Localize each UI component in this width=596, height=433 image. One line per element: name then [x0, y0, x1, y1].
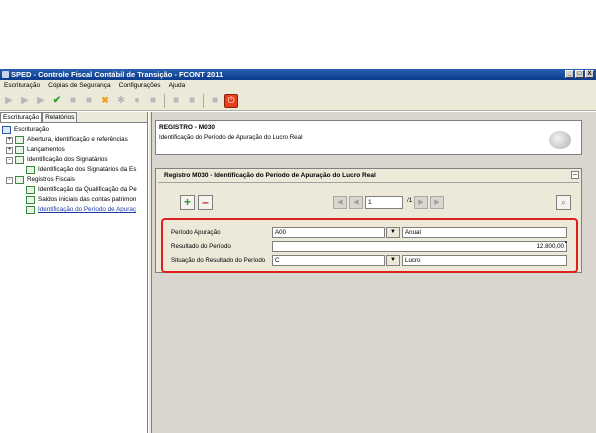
expand-node-icon[interactable]: +	[6, 136, 13, 144]
situacao-label: Situação do Resultado do Período	[171, 257, 266, 264]
collapse-node-icon[interactable]: -	[6, 176, 13, 184]
maximize-button[interactable]: □	[575, 70, 584, 78]
tree-node-label: Registros Fiscais	[27, 176, 75, 183]
save-icon[interactable]: ■	[169, 94, 183, 108]
exit-power-icon[interactable]: ⏻	[224, 93, 238, 108]
situacao-description-field[interactable]: Lucro	[402, 255, 567, 266]
menu-ajuda[interactable]: Ajuda	[169, 80, 186, 91]
chevron-down-icon[interactable]: ▼	[386, 227, 400, 238]
record-panel: Registro M030 - Identificação do Período…	[155, 168, 582, 273]
periodo-row: Período Apuração A00 ▼ Anual	[171, 227, 567, 239]
toolbar: ▶ ▶ ▶ ✔ ■ ■ ✖ ✱ ● ■ ■ ■ ■ ⏻	[0, 91, 596, 111]
tree-node[interactable]: + Lançamentos	[2, 145, 147, 155]
tree-node-label: Identificação dos Signatários	[27, 156, 108, 163]
register-header: REGISTRO - M030 Identificação do Período…	[155, 120, 582, 155]
import-icon[interactable]: ▶	[34, 94, 48, 108]
periodo-label: Período Apuração	[171, 229, 221, 236]
record-icon	[15, 176, 24, 184]
previous-page-icon[interactable]: ◀	[349, 196, 363, 209]
record-icon	[26, 196, 35, 204]
window-title: SPED - Controle Fiscal Contábil de Trans…	[11, 70, 224, 79]
delete-x-icon[interactable]: ✖	[98, 94, 112, 108]
record-icon	[15, 146, 24, 154]
minimize-button[interactable]: _	[565, 70, 574, 78]
next-page-icon[interactable]: ▶	[414, 196, 428, 209]
book-icon	[2, 126, 11, 134]
menu-bar: Escrituração Cópias de Segurança Configu…	[0, 80, 596, 91]
register-title: REGISTRO - M030	[159, 124, 215, 131]
tree-node-label: Saldos iniciais das contas patrimon	[38, 196, 137, 203]
remove-record-button[interactable]: –	[198, 195, 213, 210]
tree-node[interactable]: - Identificação dos Signatários	[2, 155, 147, 165]
record-icon	[15, 136, 24, 144]
situacao-code-field[interactable]: C	[272, 255, 385, 266]
periodo-code-field[interactable]: A00	[272, 227, 385, 238]
search-icon[interactable]: ⌕	[556, 195, 571, 210]
record-form: Período Apuração A00 ▼ Anual Resultado d…	[166, 226, 567, 273]
resultado-label: Resultado do Período	[171, 243, 231, 250]
marker-dot	[565, 241, 567, 243]
tree-node-label: Identificação da Qualificação da Pe	[38, 186, 137, 193]
nav-tabs: Escrituração Relatórios	[0, 112, 147, 123]
chevron-down-icon[interactable]: ▼	[386, 255, 400, 266]
collapse-icon[interactable]: –	[571, 171, 579, 179]
tree-node[interactable]: + Abertura, identificação e referências	[2, 135, 147, 145]
tab-escrituracao[interactable]: Escrituração	[0, 112, 43, 122]
open-file-icon[interactable]: ▶	[18, 94, 32, 108]
help-icon[interactable]: ■	[208, 94, 222, 108]
menu-escrituracao[interactable]: Escrituração	[4, 80, 40, 91]
app-icon	[2, 71, 9, 78]
periodo-description-field[interactable]: Anual	[402, 227, 567, 238]
tree-node-label: Identificação dos Signatários da Es	[38, 166, 137, 173]
record-tree: Escrituração + Abertura, identificação e r…	[0, 123, 147, 215]
record-icon	[26, 206, 35, 214]
last-page-icon[interactable]: ▶	[430, 196, 444, 209]
toolbar-separator	[203, 93, 204, 108]
record-icon	[26, 186, 35, 194]
tools-icon[interactable]: ✱	[114, 94, 128, 108]
tree-node[interactable]: Identificação da Qualificação da Pe	[2, 185, 147, 195]
window-titlebar: SPED - Controle Fiscal Contábil de Trans…	[0, 69, 596, 80]
window-controls: _ □ X	[565, 70, 594, 78]
menu-configuracoes[interactable]: Configurações	[119, 80, 161, 91]
page-number-input[interactable]: 1	[365, 196, 403, 209]
tree-node-label: Lançamentos	[27, 146, 65, 153]
sped-logo-icon	[549, 131, 571, 149]
new-file-icon[interactable]: ▶	[2, 94, 16, 108]
record-icon	[15, 156, 24, 164]
add-record-button[interactable]: +	[180, 195, 195, 210]
globe-icon[interactable]: ●	[130, 94, 144, 108]
navigation-panel: Escrituração Relatórios Escrituração + Abe…	[0, 112, 148, 433]
collapse-node-icon[interactable]: -	[6, 156, 13, 164]
resultado-row: Resultado do Período 12.800,00	[171, 241, 567, 253]
register-description: Identificação do Período de Apuração do …	[159, 134, 303, 141]
tree-node[interactable]: Escrituração	[2, 125, 147, 135]
panel-divider	[158, 182, 579, 183]
content-area: REGISTRO - M030 Identificação do Período…	[152, 112, 596, 433]
tree-node-label: Escrituração	[14, 126, 49, 133]
situacao-row: Situação do Resultado do Período C ▼ Luc…	[171, 255, 567, 267]
tree-node[interactable]: Saldos iniciais das contas patrimon	[2, 195, 147, 205]
toolbar-separator	[164, 93, 165, 108]
tree-node-label: Abertura, identificação e referências	[27, 136, 128, 143]
expand-node-icon[interactable]: +	[6, 146, 13, 154]
transmit-icon[interactable]: ■	[82, 94, 96, 108]
tree-node[interactable]: - Registros Fiscais	[2, 175, 147, 185]
close-button[interactable]: X	[585, 70, 594, 78]
page-total: /1	[407, 197, 413, 204]
tree-node-label: Identificação do Período de Apuraç	[38, 206, 137, 213]
resultado-value-field[interactable]: 12.800,00	[272, 241, 567, 252]
first-page-icon[interactable]: ◀	[333, 196, 347, 209]
panel-title: Registro M030 - Identificação do Período…	[164, 172, 376, 179]
record-icon	[26, 166, 35, 174]
menu-copias-seguranca[interactable]: Cópias de Segurança	[48, 80, 111, 91]
save-all-icon[interactable]: ■	[185, 94, 199, 108]
validate-check-icon[interactable]: ✔	[50, 94, 64, 108]
export-icon[interactable]: ■	[146, 94, 160, 108]
tree-node[interactable]: Identificação dos Signatários da Es	[2, 165, 147, 175]
tab-relatorios[interactable]: Relatórios	[42, 112, 78, 122]
sign-icon[interactable]: ■	[66, 94, 80, 108]
tree-node[interactable]: Identificação do Período de Apuraç	[2, 205, 147, 215]
